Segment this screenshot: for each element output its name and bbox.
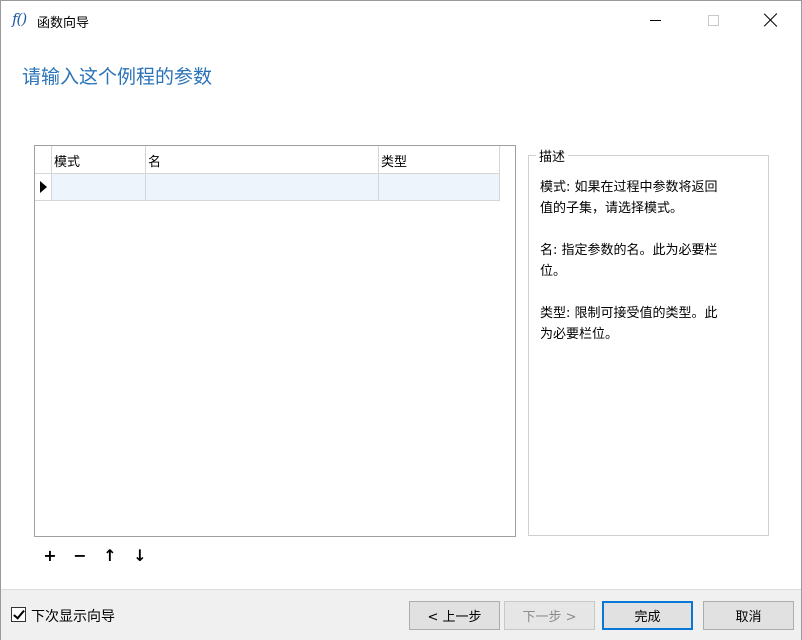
page-heading: 请输入这个例程的参数 <box>22 62 212 89</box>
remove-icon[interactable]: − <box>70 545 90 565</box>
maximize-button[interactable] <box>684 1 742 39</box>
table-row[interactable] <box>35 174 501 201</box>
move-up-icon[interactable]: ↑ <box>100 545 120 565</box>
description-type: 类型: 限制可接受值的类型。此 为必要栏位。 <box>540 303 755 345</box>
move-down-icon[interactable]: ↓ <box>130 545 150 565</box>
function-icon: f() <box>12 10 34 30</box>
show-next-time-checkbox[interactable] <box>11 607 26 622</box>
description-mode: 模式: 如果在过程中参数将返回 值的子集，请选择模式。 <box>540 177 755 219</box>
description-name: 名: 指定参数的名。此为必要栏 位。 <box>540 240 755 282</box>
column-header-mode[interactable]: 模式 <box>52 146 146 174</box>
column-header-type[interactable]: 类型 <box>379 146 500 174</box>
show-next-time-label[interactable]: 下次显示向导 <box>31 606 115 626</box>
cell-type[interactable] <box>379 174 500 201</box>
current-row-pointer-icon <box>40 181 47 193</box>
row-header[interactable] <box>35 174 52 201</box>
title-bar: f() 函数向导 <box>1 1 801 39</box>
row-header-corner <box>35 146 52 174</box>
finish-button[interactable]: 完成 <box>602 601 693 630</box>
minimize-button[interactable] <box>626 1 684 39</box>
window-title: 函数向导 <box>37 12 89 31</box>
description-body: 模式: 如果在过程中参数将返回 值的子集，请选择模式。 名: 指定参数的名。此为… <box>540 177 755 366</box>
maximize-icon <box>708 15 719 26</box>
cancel-button[interactable]: 取消 <box>703 601 794 630</box>
close-button[interactable] <box>742 1 800 39</box>
back-button[interactable]: < 上一步 <box>409 601 500 630</box>
cell-name[interactable] <box>146 174 379 201</box>
function-wizard-window: f() 函数向导 请输入这个例程的参数 模式 名 类型 描述 模式: 如果在过程… <box>0 0 802 640</box>
footer-bar: 下次显示向导 < 上一步 下一步 > 完成 取消 <box>1 589 801 640</box>
column-header-name[interactable]: 名 <box>146 146 379 174</box>
close-icon <box>764 13 778 27</box>
next-button[interactable]: 下一步 > <box>504 601 595 630</box>
minimize-icon <box>650 20 661 21</box>
description-title: 描述 <box>536 146 568 165</box>
add-icon[interactable]: + <box>40 545 60 565</box>
grid-header: 模式 名 类型 <box>35 146 501 174</box>
parameters-grid[interactable]: 模式 名 类型 <box>34 145 516 537</box>
cell-mode[interactable] <box>52 174 146 201</box>
